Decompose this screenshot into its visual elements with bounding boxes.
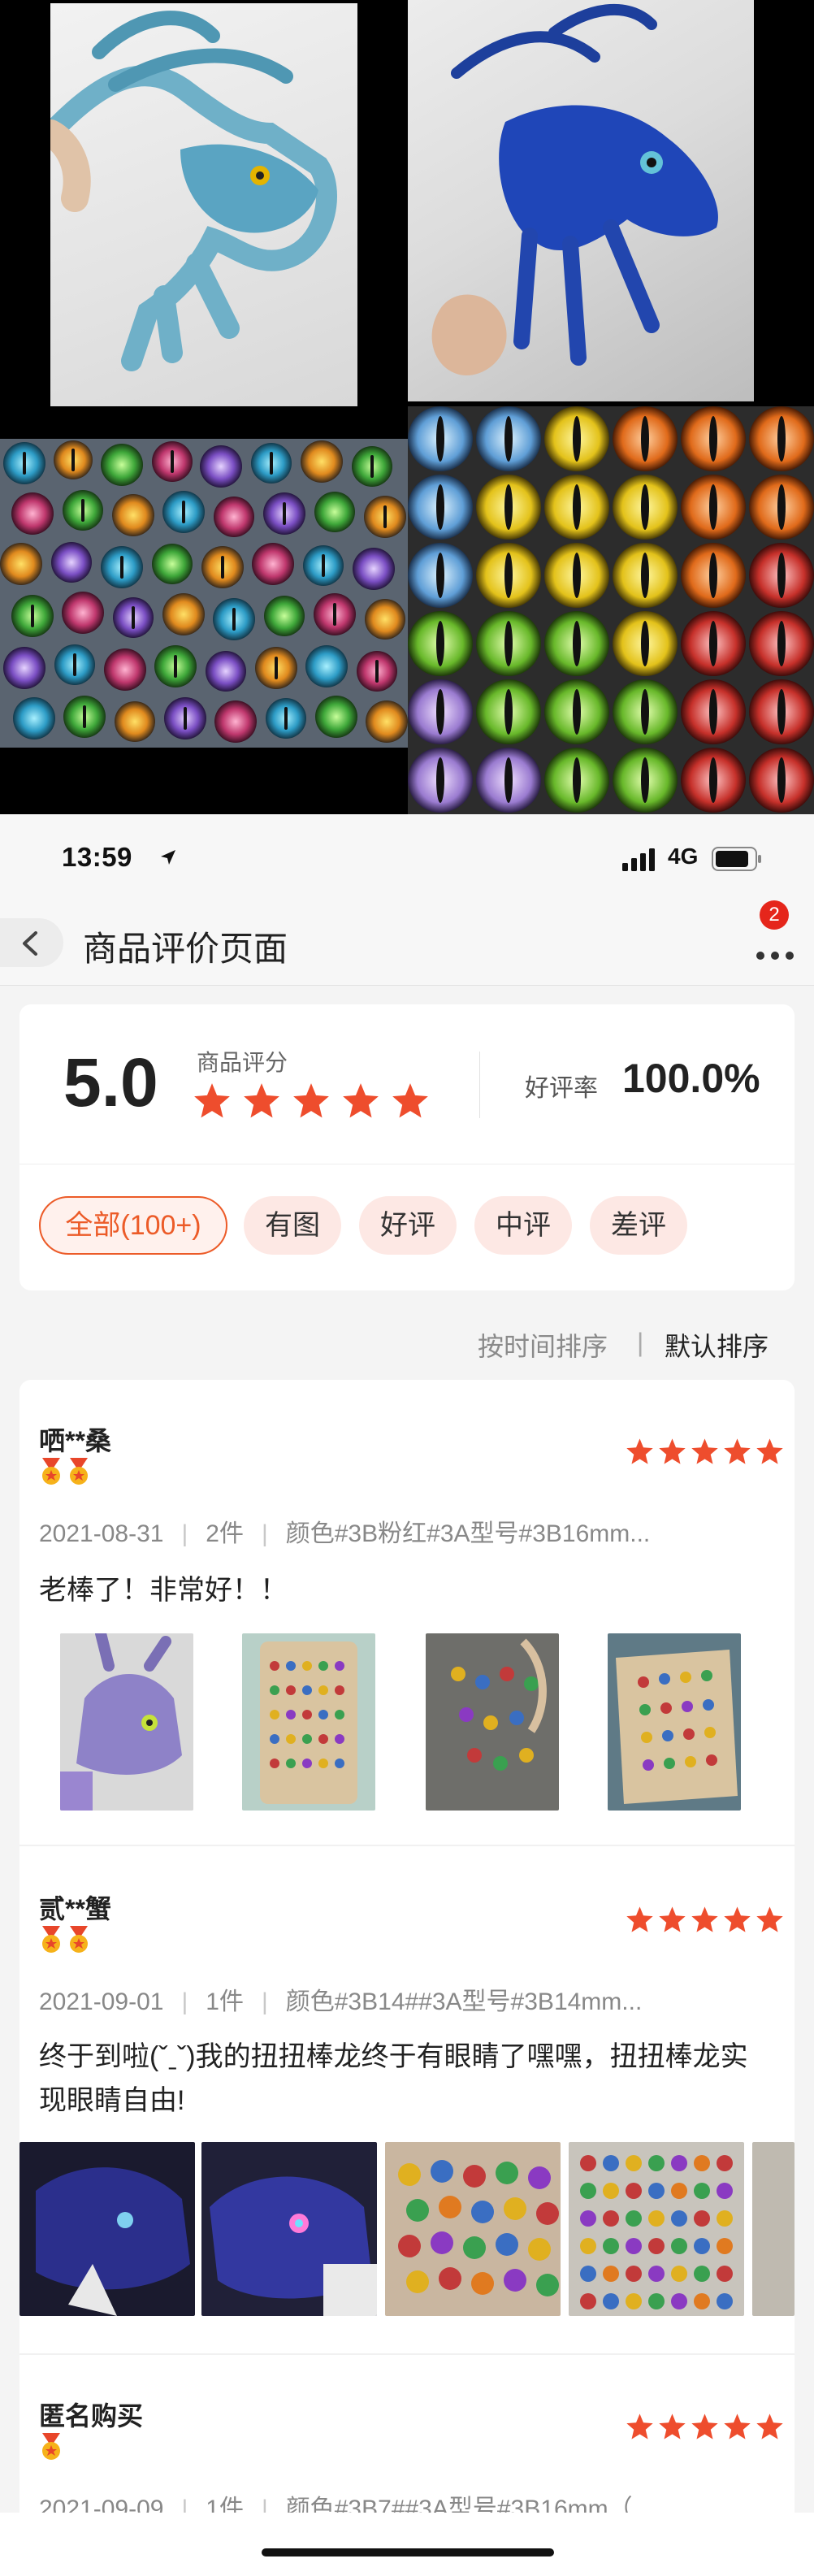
meta-divider: |: [261, 1988, 268, 2015]
star-icon: [756, 2413, 783, 2439]
bottom-safe-area: [0, 2513, 814, 2576]
eyes-assortment-photo-1: [0, 439, 408, 748]
chevron-left-icon: [23, 931, 37, 956]
star-icon: [659, 1438, 686, 1464]
star-icon: [392, 1083, 428, 1118]
battery-icon: [712, 847, 761, 871]
status-time: 13:59: [62, 842, 132, 872]
star-icon: [691, 2413, 718, 2439]
product-image-collage[interactable]: [0, 0, 814, 814]
overall-score: 5.0: [63, 1044, 158, 1121]
review-item: 贰**蟹 2021-09-01 | 1件 | 颜色#3B14##3A型号#3B14mm.…: [19, 1848, 795, 2353]
review-meta: 2021-08-31 | 2件 | 颜色#3B粉红#3A型号#3B16mm...: [39, 1513, 650, 1549]
star-icon: [194, 1083, 230, 1118]
score-label: 商品评分: [197, 1050, 288, 1075]
review-photo[interactable]: [569, 2142, 744, 2316]
sort-default-button[interactable]: 默认排序: [665, 1326, 769, 1364]
review-spec: 颜色#3B14##3A型号#3B14mm...: [285, 1988, 643, 2015]
medal-icon: [42, 1458, 60, 1485]
reviewer-name: 哂**桑: [39, 1426, 111, 1455]
medal-icon: [70, 1926, 89, 1953]
signal-strength-icon: [622, 848, 655, 871]
dragon-photo-light-blue: [50, 3, 357, 406]
reviewer-name: 匿名购买: [39, 2401, 144, 2431]
star-icon: [626, 2413, 653, 2439]
nav-bar: 商品评价页面: [0, 904, 814, 986]
filter-tag-neutral[interactable]: 中评: [474, 1196, 572, 1255]
review-photo[interactable]: [242, 1633, 375, 1811]
sort-separator: |: [637, 1328, 644, 1357]
star-icon: [293, 1083, 329, 1118]
review-photo[interactable]: [385, 2142, 561, 2316]
home-indicator[interactable]: [262, 2548, 554, 2556]
back-button[interactable]: [0, 918, 63, 967]
review-text: 老棒了！非常好！！: [39, 1575, 288, 1606]
star-icon: [244, 1083, 279, 1118]
meta-divider: |: [181, 1988, 188, 2015]
star-icon: [756, 1438, 783, 1464]
filter-tag-with-images[interactable]: 有图: [244, 1196, 341, 1255]
more-options-icon[interactable]: [754, 939, 796, 964]
reviewer-level-medals: [39, 2433, 63, 2465]
star-icon: [659, 1906, 686, 1932]
medal-icon: [70, 1458, 89, 1485]
review-photo[interactable]: [752, 2142, 795, 2316]
star-icon: [691, 1438, 718, 1464]
star-icon: [724, 1438, 751, 1464]
review-quantity: 1件: [206, 1988, 244, 2015]
good-rate-label: 好评率: [525, 1075, 598, 1102]
summary-divider: [479, 1052, 480, 1118]
star-icon: [691, 1906, 718, 1932]
medal-icon: [42, 1926, 60, 1953]
star-icon: [343, 1083, 379, 1118]
good-rate-value: 100.0%: [622, 1056, 760, 1101]
star-icon: [756, 1906, 783, 1932]
rating-summary-card: 5.0 商品评分 好评率 100.0% 全部(100+) 有图 好评 中评 差评: [19, 1004, 795, 1290]
review-photo[interactable]: [608, 1633, 741, 1811]
review-date: 2021-08-31: [39, 1520, 164, 1547]
star-icon: [724, 2413, 751, 2439]
dragon-photo-dark-blue: [408, 0, 754, 401]
medal-icon: [42, 2433, 60, 2460]
review-quantity: 2件: [206, 1520, 244, 1547]
reviewer-level-medals: [39, 1926, 91, 1958]
star-icon: [626, 1906, 653, 1932]
filter-tag-all[interactable]: 全部(100+): [39, 1196, 227, 1255]
review-photo[interactable]: [426, 1633, 559, 1811]
review-list: 哂**桑 2021-08-31 | 2件 | 颜色#3B粉红#3A型号#3B16mm..…: [19, 1380, 795, 2576]
reviewer-level-medals: [39, 1458, 91, 1490]
network-type: 4G: [668, 843, 699, 869]
reviewer-name: 贰**蟹: [39, 1894, 111, 1923]
review-photo[interactable]: [19, 2142, 195, 2316]
review-meta: 2021-09-01 | 1件 | 颜色#3B14##3A型号#3B14mm...: [39, 1981, 642, 2017]
review-item: 哂**桑 2021-08-31 | 2件 | 颜色#3B粉红#3A型号#3B16mm..…: [19, 1380, 795, 1851]
review-text: 终于到啦(ˇˍˇ)我的扭扭棒龙终于有眼睛了嘿嘿，扭扭棒龙实现眼睛自由!: [39, 2041, 748, 2116]
overall-star-rating: [192, 1081, 439, 1125]
filter-tag-positive[interactable]: 好评: [359, 1196, 457, 1255]
review-star-rating: [622, 1437, 785, 1471]
review-photo[interactable]: [201, 2142, 377, 2316]
eyes-assortment-photo-2: [408, 406, 814, 814]
review-date: 2021-09-01: [39, 1988, 164, 2015]
page-title: 商品评价页面: [83, 930, 288, 968]
star-icon: [626, 1438, 653, 1464]
star-icon: [724, 1906, 751, 1932]
meta-divider: |: [261, 1520, 268, 1547]
review-star-rating: [622, 1905, 785, 1939]
location-arrow-icon: [161, 850, 175, 865]
message-count-badge: 2: [760, 900, 789, 930]
review-star-rating: [622, 2412, 785, 2446]
filter-tag-negative[interactable]: 差评: [590, 1196, 687, 1255]
status-bar: 13:59 4G: [0, 814, 814, 904]
star-icon: [659, 2413, 686, 2439]
review-photo[interactable]: [60, 1633, 193, 1811]
review-spec: 颜色#3B粉红#3A型号#3B16mm...: [285, 1520, 651, 1547]
review-separator: [19, 1845, 795, 1846]
meta-divider: |: [181, 1520, 188, 1547]
sort-by-time-button[interactable]: 按时间排序: [478, 1326, 608, 1364]
